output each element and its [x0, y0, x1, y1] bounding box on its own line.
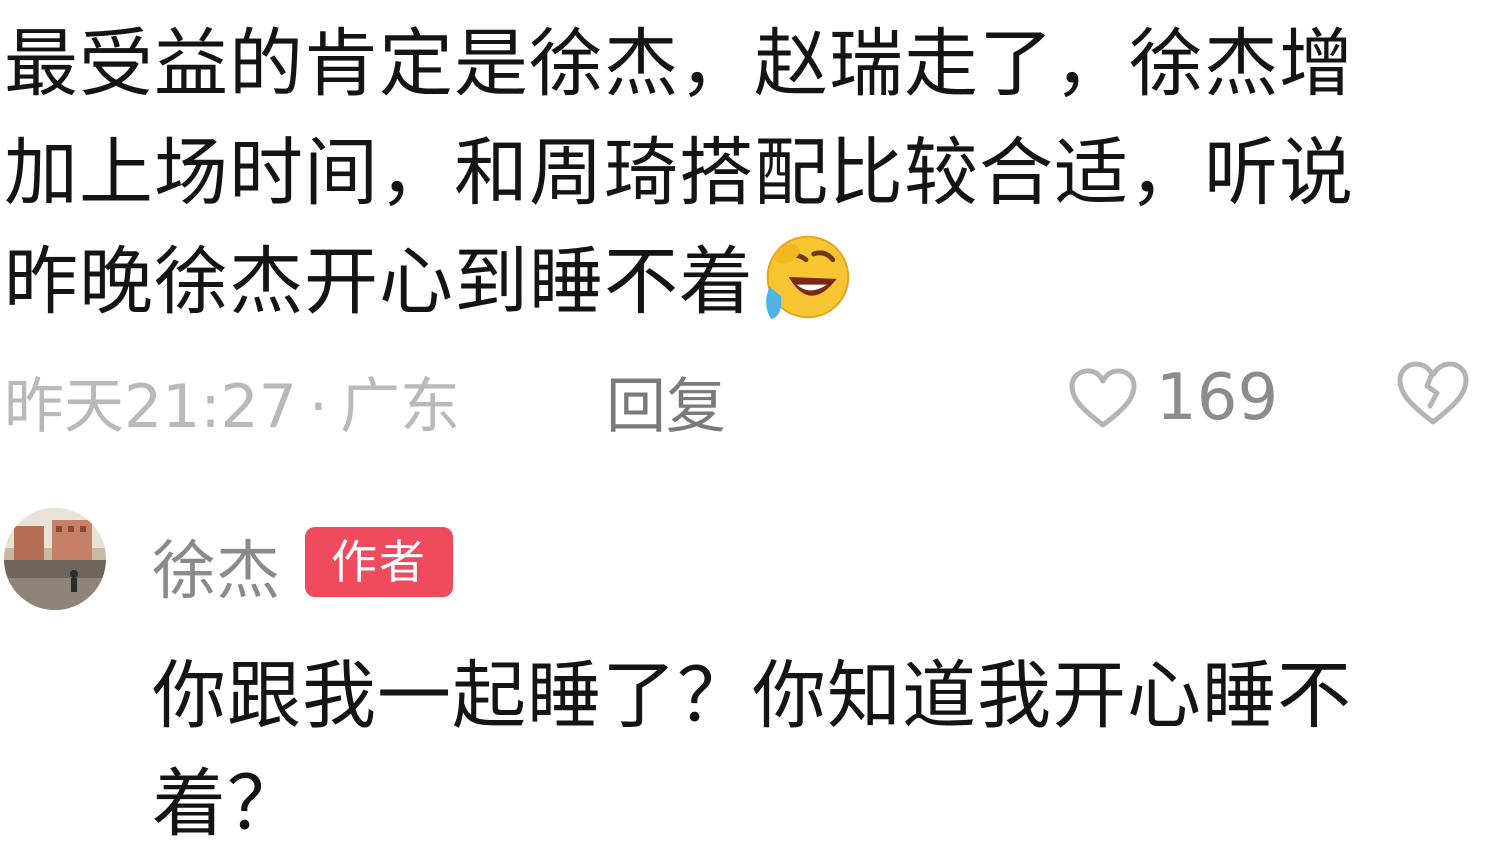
comment-time: 昨天21:27	[4, 372, 297, 442]
rolling-on-floor-laughing-emoji-icon	[766, 235, 850, 320]
comment-line: 最受益的肯定是徐杰，赵瑞走了，徐杰增	[4, 21, 1354, 107]
comment-line: 昨晚徐杰开心到睡不着	[4, 228, 1444, 337]
reply-line: 你跟我一起睡了？你知道我开心睡不	[152, 653, 1352, 739]
author-reply-text: 你跟我一起睡了？你知道我开心睡不 着？	[152, 642, 1472, 858]
comment-line: 加上场时间，和周琦搭配比较合适，听说	[4, 130, 1354, 216]
comment-text: 最受益的肯定是徐杰，赵瑞走了，徐杰增 加上场时间，和周琦搭配比较合适，听说 昨晚…	[4, 10, 1444, 337]
comment-line-text: 昨晚徐杰开心到睡不着	[4, 239, 754, 325]
heart-icon	[1069, 368, 1137, 428]
broken-heart-icon[interactable]	[1396, 360, 1470, 426]
reply-button[interactable]: 回复	[606, 358, 726, 445]
avatar-image	[4, 508, 106, 610]
comment-meta-row: 昨天21:27 · 广东 回复 169	[0, 352, 1491, 442]
separator-dot: ·	[308, 372, 328, 442]
like-button[interactable]: 169	[1068, 358, 1278, 438]
author-name[interactable]: 徐杰	[152, 520, 280, 612]
like-count: 169	[1156, 361, 1279, 435]
author-avatar[interactable]	[4, 508, 106, 610]
comment-location: 广东	[340, 372, 460, 442]
comment-time-location: 昨天21:27 · 广东	[4, 358, 460, 445]
author-badge: 作者	[305, 527, 453, 597]
reply-line: 着？	[152, 761, 302, 847]
